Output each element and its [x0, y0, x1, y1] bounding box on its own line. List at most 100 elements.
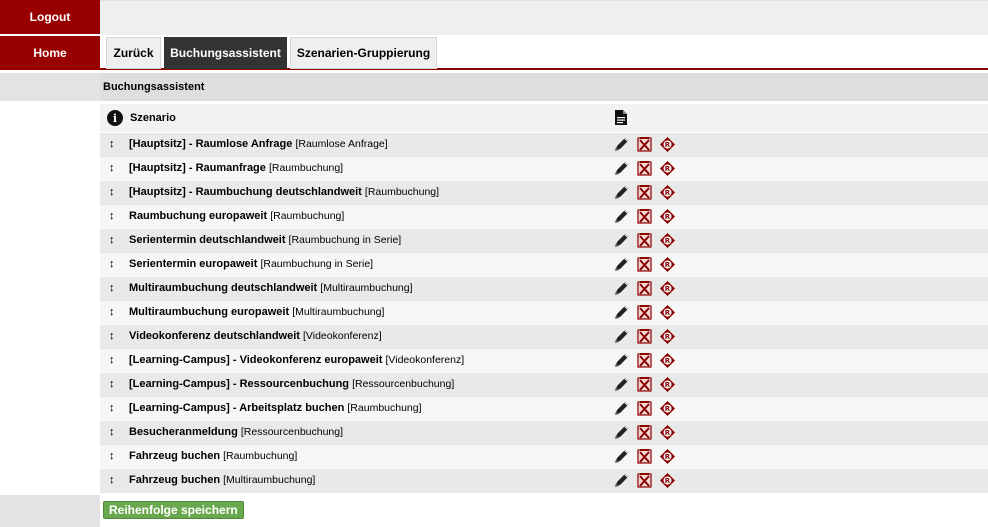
drag-handle-icon[interactable]: ↕ — [109, 162, 115, 174]
edit-pencil-icon[interactable] — [613, 208, 630, 225]
delete-icon[interactable] — [636, 424, 653, 441]
delete-icon[interactable] — [636, 352, 653, 369]
svg-text:R: R — [665, 285, 671, 293]
r-badge-icon[interactable]: R — [659, 136, 676, 153]
tab-back[interactable]: Zurück — [106, 37, 161, 69]
edit-pencil-icon[interactable] — [613, 328, 630, 345]
r-badge-icon[interactable]: R — [659, 352, 676, 369]
drag-handle-icon[interactable]: ↕ — [109, 474, 115, 486]
table-row: ↕ Videokonferenz deutschlandweit [Videoko… — [100, 325, 988, 349]
r-badge-icon[interactable]: R — [659, 232, 676, 249]
delete-icon[interactable] — [636, 256, 653, 273]
svg-text:R: R — [665, 453, 671, 461]
table-row: ↕ Multiraumbuchung deutschlandweit [Multi… — [100, 277, 988, 301]
edit-pencil-icon[interactable] — [613, 448, 630, 465]
r-badge-icon[interactable]: R — [659, 256, 676, 273]
row-actions: R — [613, 256, 676, 273]
drag-handle-icon[interactable]: ↕ — [109, 258, 115, 270]
drag-handle-icon[interactable]: ↕ — [109, 330, 115, 342]
delete-icon[interactable] — [636, 232, 653, 249]
scenario-label: Serientermin deutschlandweit [Raumbuchun… — [129, 234, 401, 246]
table-row: ↕ [Learning-Campus] - Videokonferenz euro… — [100, 349, 988, 373]
scenario-name: [Learning-Campus] - Videokonferenz europ… — [129, 354, 383, 366]
delete-icon[interactable] — [636, 280, 653, 297]
edit-pencil-icon[interactable] — [613, 400, 630, 417]
drag-handle-icon[interactable]: ↕ — [109, 138, 115, 150]
r-badge-icon[interactable]: R — [659, 328, 676, 345]
r-badge-icon[interactable]: R — [659, 376, 676, 393]
edit-pencil-icon[interactable] — [613, 184, 630, 201]
delete-icon[interactable] — [636, 184, 653, 201]
r-badge-icon[interactable]: R — [659, 304, 676, 321]
drag-handle-icon[interactable]: ↕ — [109, 306, 115, 318]
delete-icon[interactable] — [636, 160, 653, 177]
info-icon[interactable]: i — [107, 110, 123, 126]
row-actions: R — [613, 328, 676, 345]
scenario-label: [Hauptsitz] - Raumanfrage [Raumbuchung] — [129, 162, 343, 174]
edit-pencil-icon[interactable] — [613, 376, 630, 393]
tab-booking-assistant[interactable]: Buchungsassistent — [164, 37, 287, 69]
drag-handle-icon[interactable]: ↕ — [109, 282, 115, 294]
svg-text:R: R — [665, 261, 671, 269]
drag-handle-icon[interactable]: ↕ — [109, 186, 115, 198]
edit-pencil-icon[interactable] — [613, 280, 630, 297]
drag-handle-icon[interactable]: ↕ — [109, 402, 115, 414]
delete-icon[interactable] — [636, 328, 653, 345]
scenario-label: Raumbuchung europaweit [Raumbuchung] — [129, 210, 344, 222]
row-actions: R — [613, 448, 676, 465]
delete-icon[interactable] — [636, 400, 653, 417]
drag-handle-icon[interactable]: ↕ — [109, 378, 115, 390]
delete-icon[interactable] — [636, 472, 653, 489]
drag-handle-icon[interactable]: ↕ — [109, 426, 115, 438]
edit-pencil-icon[interactable] — [613, 424, 630, 441]
delete-icon[interactable] — [636, 136, 653, 153]
column-header-scenario: Szenario — [130, 112, 176, 124]
edit-pencil-icon[interactable] — [613, 136, 630, 153]
scenario-type: [Raumbuchung] — [223, 450, 298, 462]
scenario-label: Fahrzeug buchen [Multiraumbuchung] — [129, 474, 315, 486]
delete-icon[interactable] — [636, 304, 653, 321]
row-actions: R — [613, 304, 676, 321]
scenario-label: [Learning-Campus] - Videokonferenz europ… — [129, 354, 464, 366]
svg-text:R: R — [665, 477, 671, 485]
svg-text:R: R — [665, 237, 671, 245]
table-row: ↕ [Hauptsitz] - Raumlose Anfrage [Raumlos… — [100, 133, 988, 157]
delete-icon[interactable] — [636, 376, 653, 393]
scenario-name: Multiraumbuchung deutschlandweit — [129, 282, 318, 294]
sidebar-footer-spacer — [0, 495, 100, 527]
tab-scenario-grouping[interactable]: Szenarien-Gruppierung — [290, 37, 437, 69]
logout-button[interactable]: Logout — [0, 0, 100, 35]
home-button[interactable]: Home — [0, 36, 100, 70]
delete-icon[interactable] — [636, 448, 653, 465]
r-badge-icon[interactable]: R — [659, 400, 676, 417]
scenario-label: Serientermin europaweit [Raumbuchung in … — [129, 258, 373, 270]
drag-handle-icon[interactable]: ↕ — [109, 234, 115, 246]
save-order-button[interactable]: Reihenfolge speichern — [103, 501, 244, 519]
scenario-name: [Hauptsitz] - Raumlose Anfrage — [129, 138, 293, 150]
r-badge-icon[interactable]: R — [659, 208, 676, 225]
edit-pencil-icon[interactable] — [613, 472, 630, 489]
scenario-list: ↕ [Hauptsitz] - Raumlose Anfrage [Raumlos… — [100, 133, 988, 493]
edit-pencil-icon[interactable] — [613, 232, 630, 249]
edit-pencil-icon[interactable] — [613, 256, 630, 273]
r-badge-icon[interactable]: R — [659, 472, 676, 489]
r-badge-icon[interactable]: R — [659, 184, 676, 201]
r-badge-icon[interactable]: R — [659, 160, 676, 177]
drag-handle-icon[interactable]: ↕ — [109, 450, 115, 462]
scenario-label: [Hauptsitz] - Raumlose Anfrage [Raumlose… — [129, 138, 388, 150]
scenario-label: [Hauptsitz] - Raumbuchung deutschlandwei… — [129, 186, 439, 198]
drag-handle-icon[interactable]: ↕ — [109, 210, 115, 222]
table-row: ↕ Raumbuchung europaweit [Raumbuchung] R — [100, 205, 988, 229]
r-badge-icon[interactable]: R — [659, 424, 676, 441]
delete-icon[interactable] — [636, 208, 653, 225]
r-badge-icon[interactable]: R — [659, 280, 676, 297]
r-badge-icon[interactable]: R — [659, 448, 676, 465]
scenario-name: Multiraumbuchung europaweit — [129, 306, 290, 318]
scenario-type: [Ressourcenbuchung] — [352, 378, 455, 390]
drag-handle-icon[interactable]: ↕ — [109, 354, 115, 366]
scenario-type: [Raumbuchung in Serie] — [260, 258, 374, 270]
edit-pencil-icon[interactable] — [613, 352, 630, 369]
document-icon[interactable] — [615, 110, 627, 128]
edit-pencil-icon[interactable] — [613, 304, 630, 321]
edit-pencil-icon[interactable] — [613, 160, 630, 177]
